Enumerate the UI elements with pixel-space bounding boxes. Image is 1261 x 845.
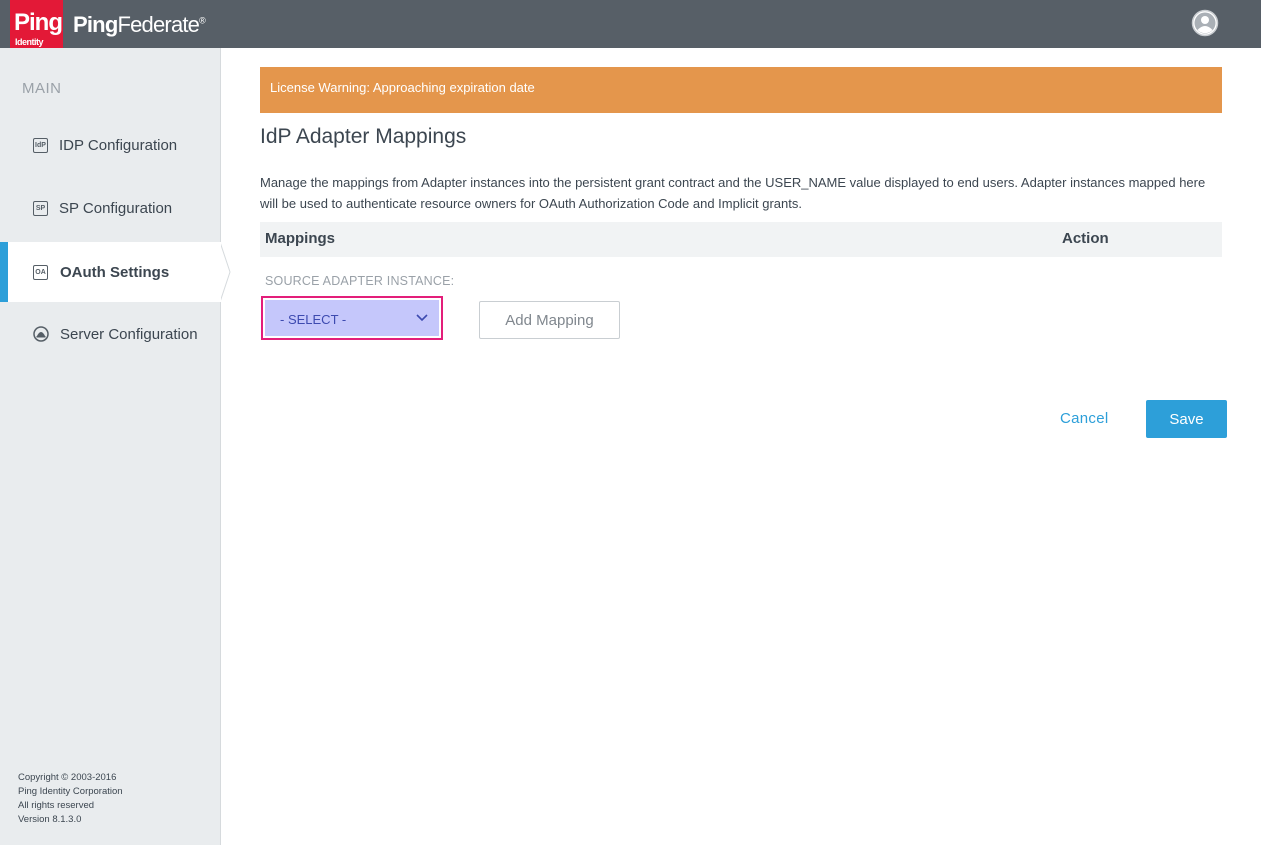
- sidebar-footer: Copyright © 2003-2016 Ping Identity Corp…: [18, 771, 123, 827]
- oa-icon: OA: [33, 264, 48, 280]
- user-avatar-icon[interactable]: [1191, 9, 1219, 37]
- add-mapping-button[interactable]: Add Mapping: [479, 301, 620, 339]
- trademark: ®: [199, 15, 206, 26]
- chevron-down-icon: [416, 314, 428, 322]
- rights-text: All rights reserved: [18, 800, 95, 811]
- top-bar: Ping Identity PingFederate®: [0, 0, 1261, 52]
- sidebar-item-label: OAuth Settings: [60, 263, 170, 281]
- version-text: Version 8.1.3.0: [18, 814, 82, 825]
- page-description: Manage the mappings from Adapter instanc…: [260, 175, 1206, 211]
- logo-subtext: Identity: [15, 37, 44, 47]
- sidebar-item-label: SP Configuration: [59, 199, 173, 217]
- sidebar-item-oauth-settings[interactable]: OA OAuth Settings: [0, 242, 231, 302]
- select-value: - SELECT -: [280, 312, 347, 327]
- mappings-table-header: Mappings Action: [260, 222, 1222, 257]
- save-button[interactable]: Save: [1146, 400, 1227, 438]
- sidebar-item-label: IDP Configuration: [59, 136, 178, 154]
- source-adapter-select[interactable]: - SELECT -: [261, 296, 443, 340]
- server-icon: [33, 326, 49, 342]
- sidebar-heading: MAIN: [22, 80, 62, 97]
- ping-identity-logo[interactable]: Ping Identity: [10, 0, 63, 52]
- page-title: IdP Adapter Mappings: [260, 125, 467, 148]
- column-header-action: Action: [1062, 230, 1109, 247]
- product-name-regular: Federate: [117, 12, 200, 37]
- sidebar: MAIN IdP IDP Configuration SP SP Configu…: [0, 48, 231, 845]
- active-pointer-icon: [220, 242, 231, 302]
- logo-text: Ping: [14, 9, 63, 36]
- company-text: Ping Identity Corporation: [18, 786, 123, 797]
- license-warning-banner: License Warning: Approaching expiration …: [260, 67, 1222, 113]
- select-inner: - SELECT -: [265, 300, 439, 336]
- sidebar-item-label: Server Configuration: [60, 325, 198, 343]
- sp-icon: SP: [33, 200, 48, 216]
- source-adapter-label: SOURCE ADAPTER INSTANCE:: [265, 274, 455, 288]
- product-name: PingFederate®: [73, 12, 206, 38]
- product-name-bold: Ping: [73, 12, 118, 37]
- idp-icon: IdP: [33, 137, 48, 153]
- cancel-button[interactable]: Cancel: [1060, 410, 1109, 427]
- copyright-text: Copyright © 2003-2016: [18, 772, 117, 783]
- sidebar-item-server-configuration[interactable]: Server Configuration: [0, 304, 221, 364]
- column-header-mappings: Mappings: [265, 230, 335, 247]
- sidebar-item-idp-configuration[interactable]: IdP IDP Configuration: [0, 115, 221, 175]
- sidebar-item-sp-configuration[interactable]: SP SP Configuration: [0, 178, 221, 238]
